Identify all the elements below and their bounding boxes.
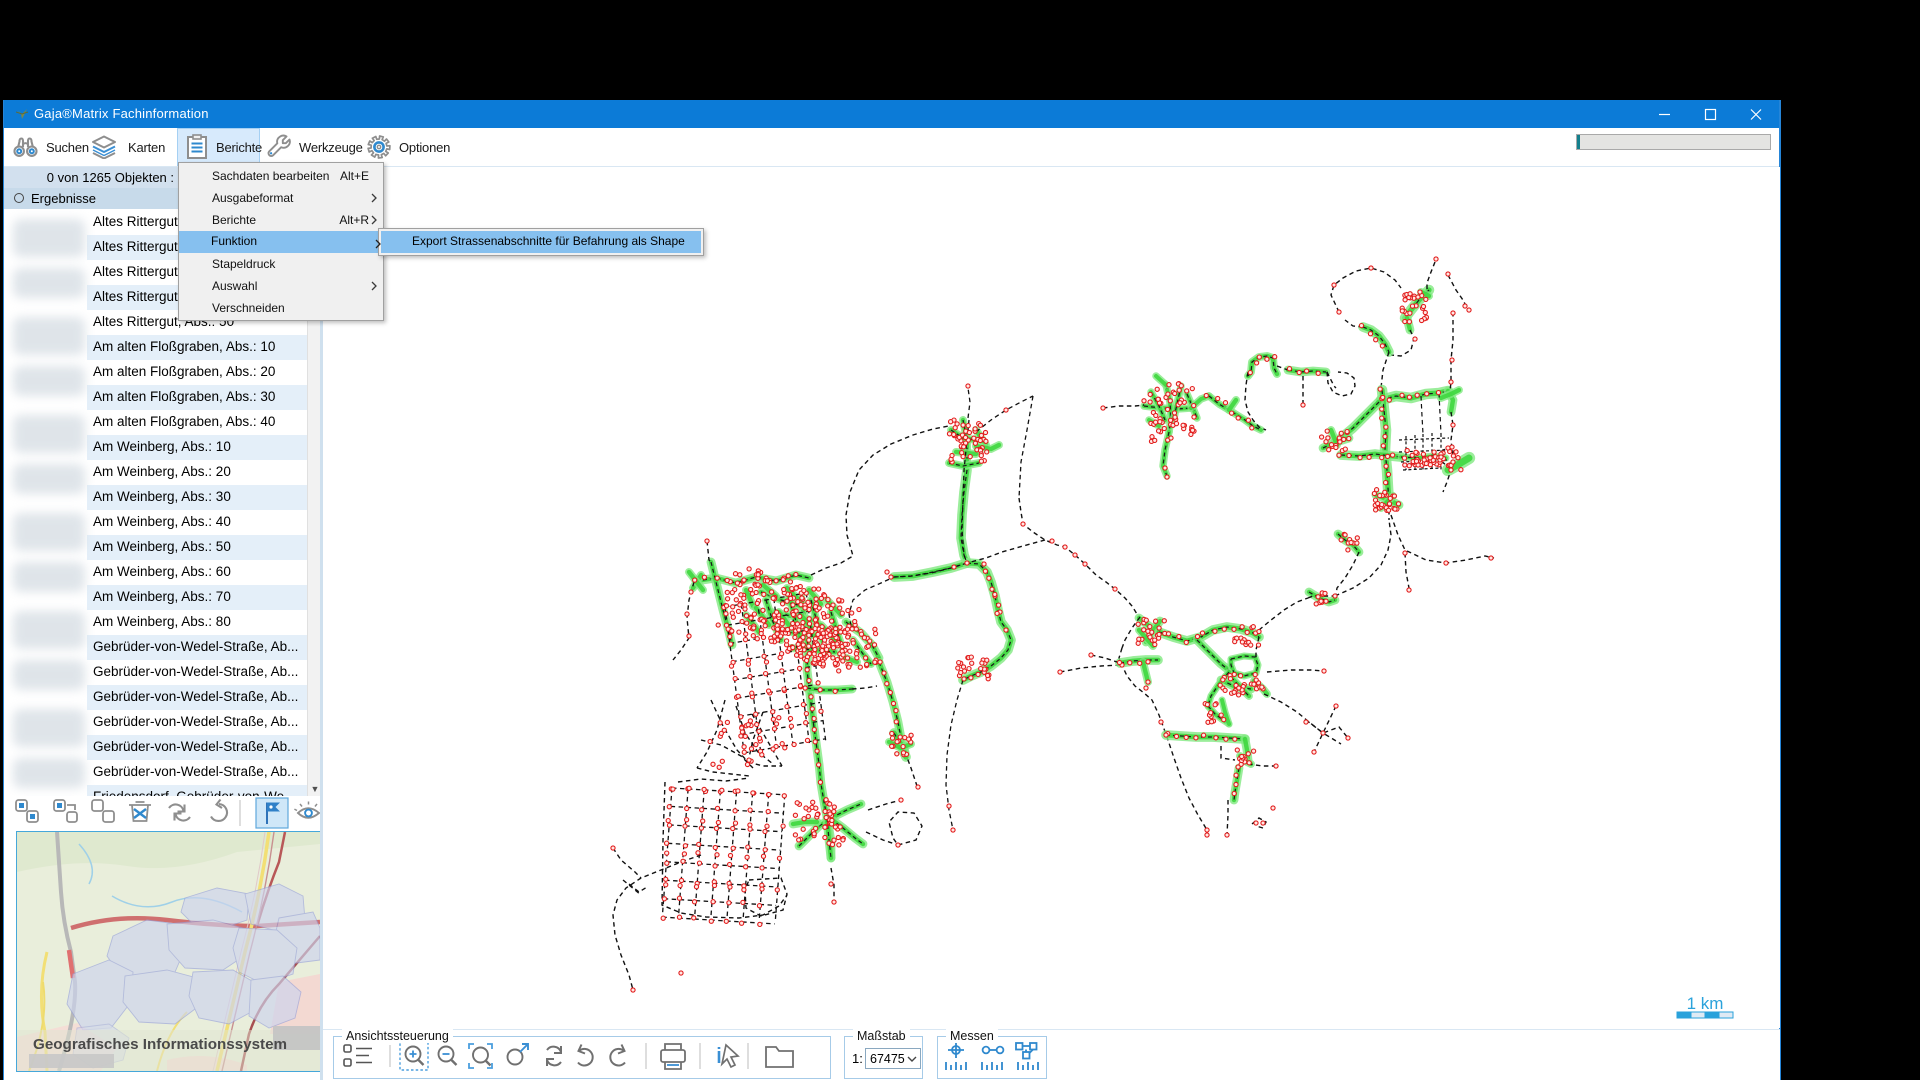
- svg-text:1 km: 1 km: [1687, 994, 1724, 1013]
- svg-text:Geografisches Informationssyst: Geografisches Informationssystem: [33, 1036, 287, 1053]
